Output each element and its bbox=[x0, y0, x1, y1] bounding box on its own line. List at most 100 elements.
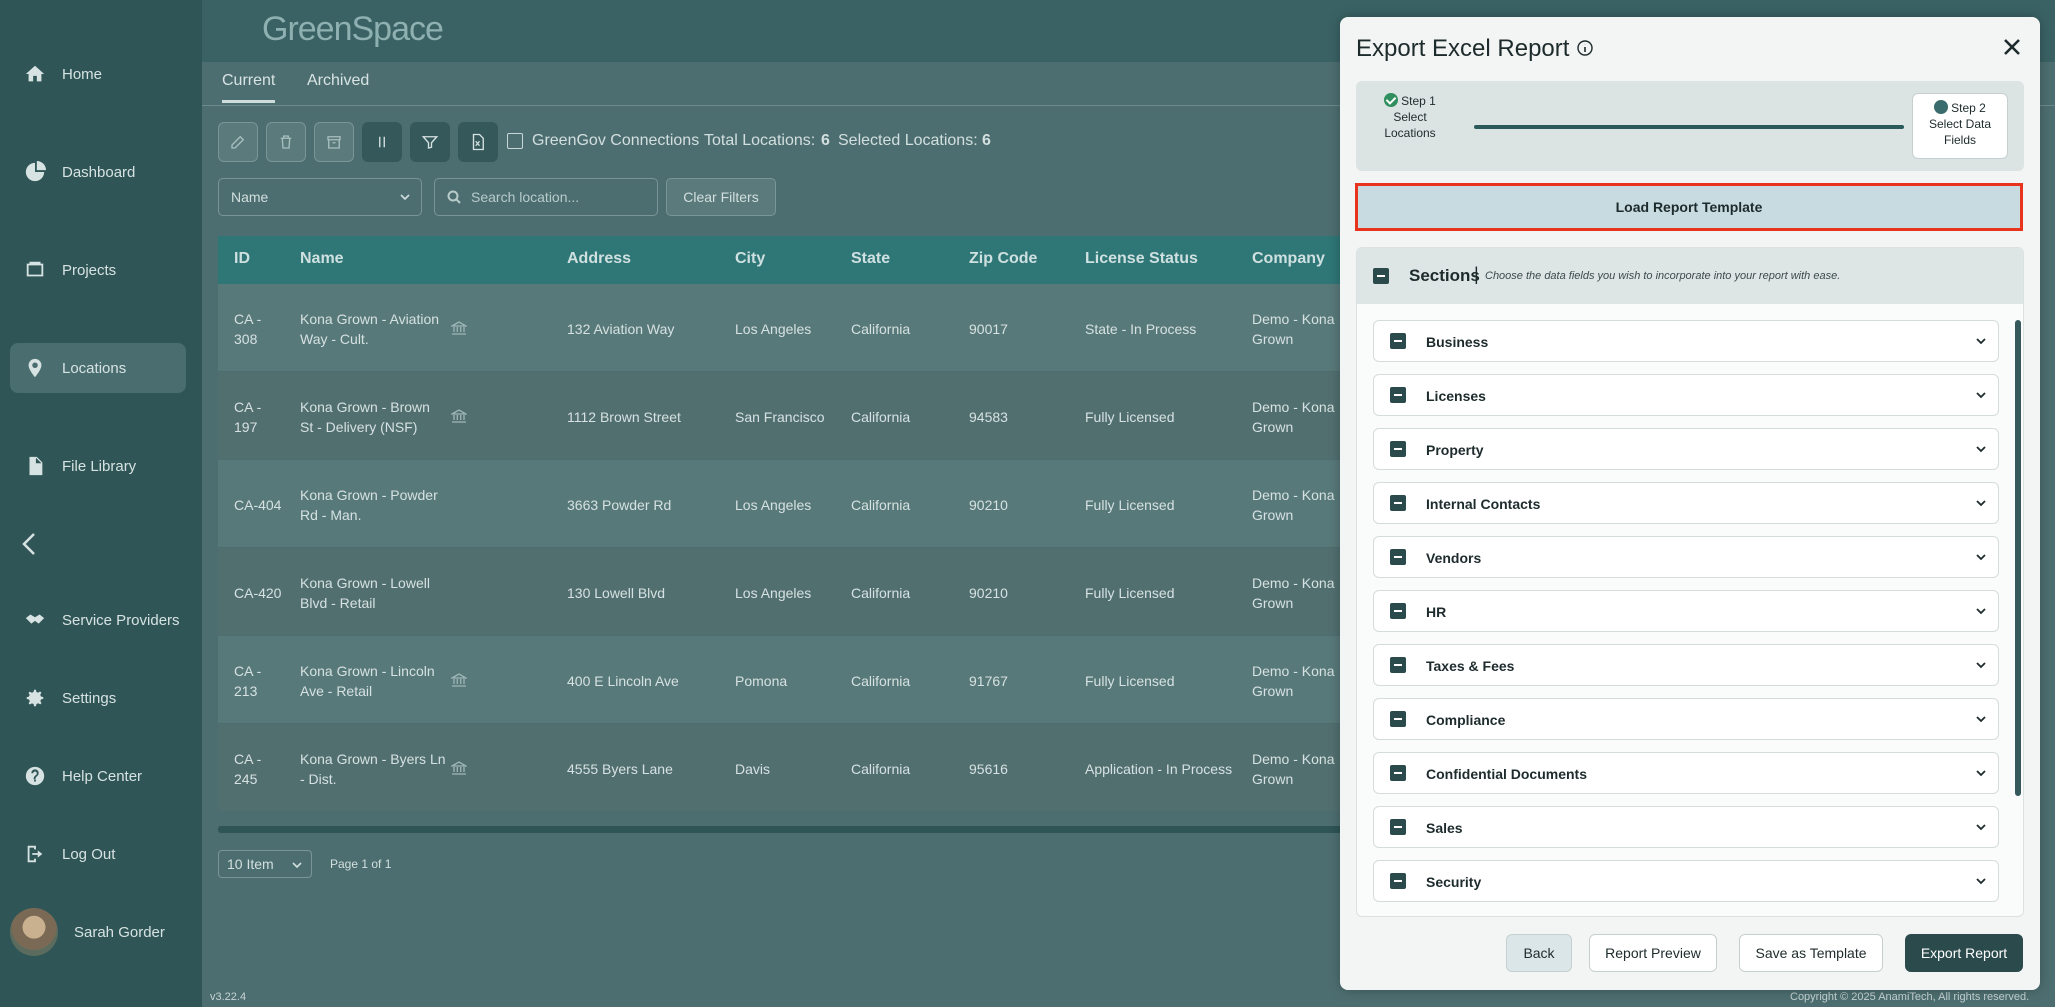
sidebar-item-service-providers[interactable]: Service Providers bbox=[10, 595, 186, 645]
section-item[interactable]: Licenses bbox=[1373, 374, 1999, 416]
section-item[interactable]: Vendors bbox=[1373, 536, 1999, 578]
sort-select[interactable]: Name bbox=[218, 178, 422, 216]
cell-company: Demo - Kona Grown bbox=[1252, 663, 1335, 699]
column-header[interactable]: Address bbox=[567, 250, 631, 268]
export-excel-button[interactable] bbox=[458, 122, 498, 162]
section-item[interactable]: Property bbox=[1373, 428, 1999, 470]
section-label: Internal Contacts bbox=[1426, 496, 1541, 512]
section-checkbox[interactable] bbox=[1390, 657, 1406, 673]
chevron-down-icon[interactable] bbox=[1974, 496, 1988, 510]
sidebar-item-help-center[interactable]: Help Center bbox=[10, 751, 186, 801]
cell-company: Demo - Kona Grown bbox=[1252, 487, 1335, 523]
location-pin-icon bbox=[28, 358, 42, 378]
user-profile[interactable]: Sarah Gorder bbox=[10, 908, 165, 956]
load-report-template-button[interactable]: Load Report Template bbox=[1355, 183, 2023, 231]
section-checkbox[interactable] bbox=[1390, 333, 1406, 349]
section-checkbox[interactable] bbox=[1390, 819, 1406, 835]
sections-description: Choose the data fields you wish to incor… bbox=[1485, 270, 1841, 282]
chevron-down-icon[interactable] bbox=[1974, 712, 1988, 726]
report-preview-button[interactable]: Report Preview bbox=[1589, 934, 1717, 972]
edit-button[interactable] bbox=[218, 122, 258, 162]
section-item[interactable]: Business bbox=[1373, 320, 1999, 362]
table-row[interactable]: CA - 308 Kona Grown - Aviation Way - Cul… bbox=[218, 284, 1378, 372]
section-item[interactable]: HR bbox=[1373, 590, 1999, 632]
back-button[interactable]: Back bbox=[1506, 934, 1572, 972]
handshake-icon bbox=[25, 614, 45, 624]
chevron-down-icon[interactable] bbox=[1974, 550, 1988, 564]
chevron-down-icon[interactable] bbox=[1974, 442, 1988, 456]
sidebar-item-settings[interactable]: Settings bbox=[10, 673, 186, 723]
column-header[interactable]: State bbox=[851, 250, 890, 268]
section-item[interactable]: Internal Contacts bbox=[1373, 482, 1999, 524]
column-header[interactable]: Company bbox=[1252, 250, 1325, 268]
section-checkbox[interactable] bbox=[1390, 441, 1406, 457]
greengov-checkbox[interactable] bbox=[507, 133, 523, 149]
info-icon[interactable] bbox=[1576, 39, 1594, 57]
cell-zip: 90210 bbox=[969, 585, 1008, 601]
total-locations-value: 6 bbox=[821, 132, 830, 149]
sidebar-item-locations[interactable]: Locations bbox=[10, 343, 186, 393]
close-icon[interactable] bbox=[2001, 36, 2023, 58]
section-checkbox[interactable] bbox=[1390, 549, 1406, 565]
section-checkbox[interactable] bbox=[1390, 873, 1406, 889]
section-checkbox[interactable] bbox=[1390, 603, 1406, 619]
chevron-down-icon[interactable] bbox=[1974, 604, 1988, 618]
horizontal-scrollbar[interactable] bbox=[218, 826, 1378, 833]
clear-filters-button[interactable]: Clear Filters bbox=[666, 178, 776, 216]
cell-status: Fully Licensed bbox=[1085, 585, 1175, 601]
sidebar-item-label: Settings bbox=[62, 689, 117, 707]
table-row[interactable]: CA-404 Kona Grown - Powder Rd - Man. 366… bbox=[218, 460, 1378, 548]
section-checkbox[interactable] bbox=[1390, 711, 1406, 727]
section-checkbox[interactable] bbox=[1390, 765, 1406, 781]
export-report-button[interactable]: Export Report bbox=[1905, 934, 2023, 972]
chevron-down-icon[interactable] bbox=[1974, 334, 1988, 348]
pause-button[interactable] bbox=[362, 122, 402, 162]
sidebar-item-log-out[interactable]: Log Out bbox=[10, 829, 186, 879]
chevron-down-icon[interactable] bbox=[1974, 874, 1988, 888]
section-item[interactable]: Compliance bbox=[1373, 698, 1999, 740]
chevron-down-icon[interactable] bbox=[1974, 820, 1988, 834]
filter-button[interactable] bbox=[410, 122, 450, 162]
section-item[interactable]: Sales bbox=[1373, 806, 1999, 848]
cell-company: Demo - Kona Grown bbox=[1252, 399, 1335, 435]
delete-button[interactable] bbox=[266, 122, 306, 162]
select-all-sections-checkbox[interactable] bbox=[1373, 268, 1389, 284]
sidebar: Home Dashboard Projects Locations File L… bbox=[0, 0, 202, 1007]
collapse-sidebar-icon[interactable] bbox=[20, 530, 40, 558]
table-row[interactable]: CA - 197 Kona Grown - Brown St - Deliver… bbox=[218, 372, 1378, 460]
step-2[interactable]: Step 2 Select Data Fields bbox=[1912, 93, 2008, 159]
section-checkbox[interactable] bbox=[1390, 387, 1406, 403]
column-header[interactable]: License Status bbox=[1085, 250, 1198, 268]
section-item[interactable]: Confidential Documents bbox=[1373, 752, 1999, 794]
archive-button[interactable] bbox=[314, 122, 354, 162]
sidebar-item-projects[interactable]: Projects bbox=[10, 245, 186, 295]
section-item[interactable]: Taxes & Fees bbox=[1373, 644, 1999, 686]
sidebar-item-dashboard[interactable]: Dashboard bbox=[10, 147, 186, 197]
column-header[interactable]: Zip Code bbox=[969, 250, 1037, 268]
chevron-down-icon[interactable] bbox=[1974, 766, 1988, 780]
bank-icon bbox=[451, 673, 467, 687]
cell-address: 4555 Byers Lane bbox=[567, 761, 673, 777]
section-label: Licenses bbox=[1426, 388, 1486, 404]
chevron-down-icon[interactable] bbox=[1974, 388, 1988, 402]
tab-current[interactable]: Current bbox=[222, 72, 276, 103]
column-header[interactable]: ID bbox=[234, 250, 250, 268]
column-header[interactable]: Name bbox=[300, 250, 344, 268]
tab-archived[interactable]: Archived bbox=[307, 72, 369, 100]
search-input[interactable]: Search location... bbox=[434, 178, 658, 216]
table-row[interactable]: CA - 245 Kona Grown - Byers Ln - Dist. 4… bbox=[218, 724, 1378, 812]
table-row[interactable]: CA-420 Kona Grown - Lowell Blvd - Retail… bbox=[218, 548, 1378, 636]
sidebar-item-file-library[interactable]: File Library bbox=[10, 441, 186, 491]
step-dot-icon bbox=[1934, 100, 1949, 114]
section-label: Sales bbox=[1426, 820, 1463, 836]
section-checkbox[interactable] bbox=[1390, 495, 1406, 511]
page-size-select[interactable]: 10 Item bbox=[218, 850, 312, 878]
column-header[interactable]: City bbox=[735, 250, 765, 268]
save-as-template-button[interactable]: Save as Template bbox=[1739, 934, 1883, 972]
vertical-scrollbar[interactable] bbox=[2015, 320, 2021, 796]
step-1[interactable]: Step 1 Select Locations bbox=[1372, 93, 1448, 141]
section-item[interactable]: Security bbox=[1373, 860, 1999, 902]
chevron-down-icon[interactable] bbox=[1974, 658, 1988, 672]
table-row[interactable]: CA - 213 Kona Grown - Lincoln Ave - Reta… bbox=[218, 636, 1378, 724]
sidebar-item-home[interactable]: Home bbox=[10, 49, 186, 99]
